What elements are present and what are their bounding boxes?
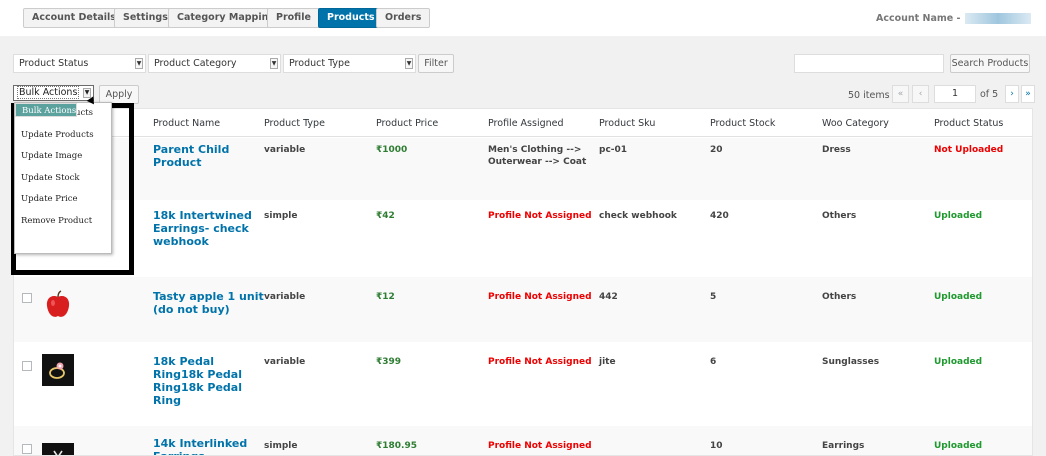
profile-assigned: Profile Not Assigned	[488, 357, 592, 367]
product-price: ₹12	[376, 292, 395, 302]
product-type-value: Product Type	[289, 58, 350, 69]
product-status-badge: Uploaded	[934, 292, 983, 302]
product-price: ₹180.95	[376, 441, 417, 451]
filter-button[interactable]: Filter	[418, 54, 454, 73]
profile-assigned: Profile Not Assigned	[488, 211, 592, 221]
tab-profile[interactable]: Profile	[267, 8, 320, 28]
dropdown-option-remove-product[interactable]: Remove Product	[15, 211, 111, 233]
tab-orders[interactable]: Orders	[376, 8, 431, 28]
top-nav-bar: Account Details Settings Category Mappin…	[0, 0, 1046, 36]
bulk-actions-value: Bulk Actions	[17, 86, 80, 99]
product-sku: check webhook	[599, 211, 677, 221]
row-checkbox[interactable]	[22, 444, 32, 454]
dropdown-option-update-stock[interactable]: Update Stock	[15, 168, 111, 190]
product-type: simple	[264, 441, 298, 451]
profile-assigned: Men's Clothing --> Outerwear --> Coat	[488, 145, 587, 167]
product-status-badge: Uploaded	[934, 441, 983, 451]
product-stock: 5	[710, 292, 717, 302]
column-header-product-price[interactable]: Product Price	[376, 118, 438, 129]
product-name-link[interactable]: Tasty apple 1 unit (do not buy)	[153, 290, 265, 316]
bulk-actions-select[interactable]: Bulk Actions ▼	[13, 85, 94, 101]
woo-category: Others	[822, 292, 857, 302]
product-type: variable	[264, 357, 306, 367]
profile-assigned: Profile Not Assigned	[488, 441, 592, 451]
apple-thumbnail-icon[interactable]	[42, 288, 74, 320]
product-status-select[interactable]: Product Status ▼	[13, 54, 146, 73]
column-header-product-status[interactable]: Product Status	[934, 118, 1003, 129]
product-stock: 6	[710, 357, 717, 367]
product-type: variable	[264, 145, 306, 155]
product-sku: pc-01	[599, 145, 628, 155]
ring-thumbnail-icon[interactable]	[42, 354, 74, 386]
items-count: 50 items	[848, 90, 890, 101]
product-stock: 10	[710, 441, 723, 451]
products-table: Product Name Product Type Product Price …	[13, 108, 1033, 456]
product-type-select[interactable]: Product Type ▼	[283, 54, 416, 73]
product-status-value: Product Status	[19, 58, 89, 69]
woo-category: Dress	[822, 145, 851, 155]
product-status-badge: Not Uploaded	[934, 145, 1004, 155]
earring-thumbnail-icon[interactable]	[42, 443, 74, 456]
product-status-badge: Uploaded	[934, 211, 983, 221]
product-category-select[interactable]: Product Category ▼	[148, 54, 281, 73]
profile-assigned: Profile Not Assigned	[488, 292, 592, 302]
search-input[interactable]	[794, 54, 944, 73]
bulk-actions-dropdown: Bulk Actions Upload Products Update Prod…	[14, 102, 112, 254]
chevron-down-icon: ▼	[270, 58, 278, 69]
row-checkbox[interactable]	[22, 293, 32, 303]
table-row: 14k Interlinked Earrings simple ₹180.95 …	[14, 426, 1032, 456]
chevron-down-icon: ▼	[405, 58, 413, 69]
dropdown-option-bulk-actions[interactable]: Bulk Actions	[15, 103, 78, 117]
column-header-profile-assigned[interactable]: Profile Assigned	[488, 118, 564, 129]
product-price: ₹1000	[376, 145, 408, 155]
current-page-input[interactable]: 1	[934, 85, 976, 103]
account-name-label: Account Name -	[876, 13, 961, 24]
row-checkbox[interactable]	[22, 361, 32, 371]
product-type: simple	[264, 211, 298, 221]
table-row: Tasty apple 1 unit (do not buy) variable…	[14, 277, 1032, 342]
product-category-value: Product Category	[154, 58, 237, 69]
woo-category: Earrings	[822, 441, 865, 451]
product-name-link[interactable]: 18k Intertwined Earrings- check webhook	[153, 209, 265, 248]
tab-products[interactable]: Products	[318, 8, 384, 28]
product-sku: jite	[599, 357, 616, 367]
table-row: Parent Child Product variable ₹1000 Men'…	[14, 138, 1032, 200]
prev-page-button[interactable]: ‹	[912, 85, 929, 103]
product-price: ₹42	[376, 211, 395, 221]
column-header-product-sku[interactable]: Product Sku	[599, 118, 655, 129]
woo-category: Others	[822, 211, 857, 221]
column-header-woo-category[interactable]: Woo Category	[822, 118, 889, 129]
dropdown-option-update-products[interactable]: Update Products	[15, 125, 111, 147]
last-page-button[interactable]: »	[1021, 85, 1035, 103]
table-row: 18k Pedal Ring18k Pedal Ring18k Pedal Ri…	[14, 342, 1032, 426]
table-row: 18k Intertwined Earrings- check webhook …	[14, 200, 1032, 277]
woo-category: Sunglasses	[822, 357, 880, 367]
table-header: Product Name Product Type Product Price …	[14, 109, 1032, 137]
dropdown-option-update-image[interactable]: Update Image	[15, 146, 111, 168]
product-name-link[interactable]: 14k Interlinked Earrings	[153, 437, 265, 455]
product-type: variable	[264, 292, 306, 302]
next-page-button[interactable]: ›	[1005, 85, 1019, 103]
product-price: ₹399	[376, 357, 402, 367]
product-stock: 420	[710, 211, 729, 221]
column-header-product-name[interactable]: Product Name	[153, 118, 220, 129]
product-sku: 442	[599, 292, 618, 302]
search-products-button[interactable]: Search Products	[950, 54, 1030, 73]
product-status-badge: Uploaded	[934, 357, 983, 367]
product-name-link[interactable]: Parent Child Product	[153, 143, 265, 169]
product-stock: 20	[710, 145, 723, 155]
product-name-link[interactable]: 18k Pedal Ring18k Pedal Ring18k Pedal Ri…	[153, 355, 265, 407]
account-name-redacted	[965, 13, 1031, 24]
chevron-down-icon: ▼	[83, 88, 91, 98]
total-pages-label: of 5	[980, 89, 999, 100]
column-header-product-type[interactable]: Product Type	[264, 118, 325, 129]
chevron-down-icon: ▼	[135, 58, 143, 69]
column-header-product-stock[interactable]: Product Stock	[710, 118, 775, 129]
dropdown-option-update-price[interactable]: Update Price	[15, 189, 111, 211]
tab-account-details[interactable]: Account Details	[23, 8, 125, 28]
first-page-button[interactable]: «	[892, 85, 909, 103]
